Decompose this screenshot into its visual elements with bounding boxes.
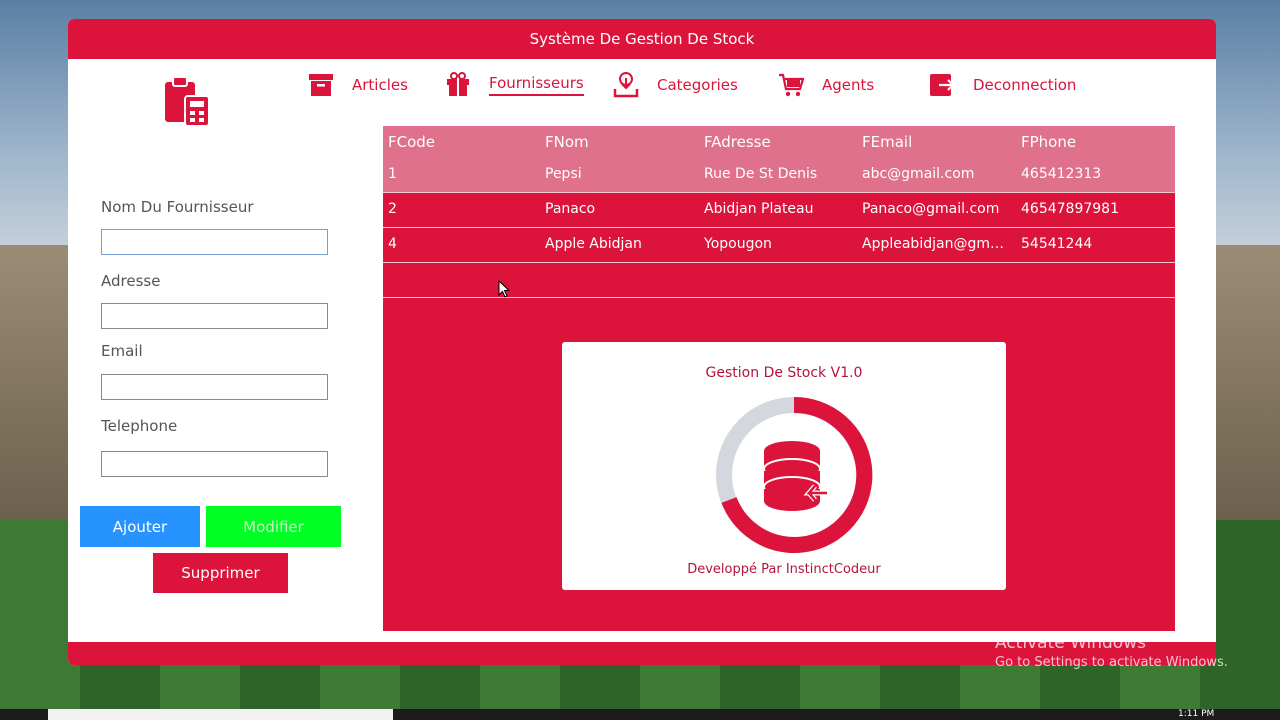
nav-deconnection[interactable]: Deconnection [929,67,1076,103]
cell: abc@gmail.com [862,166,975,182]
cell: Panaco [545,201,596,217]
cell: Abidjan Plateau [704,201,814,217]
column-header[interactable]: FPhone [1021,133,1171,151]
taskbar-clock: 1:11 PM [1178,709,1215,719]
nav-categories[interactable]: Categories [613,67,738,103]
cell: Yopougon [704,236,772,252]
window-title: Système De Gestion De Stock [68,19,1216,59]
box-icon [309,74,333,96]
delete-button[interactable]: Supprimer [153,553,288,593]
table-row[interactable]: 1 Pepsi Rue De St Denis abc@gmail.com 46… [383,158,1175,193]
splash-card: Gestion De Stock V1.0 Developpé Par Inst… [562,342,1006,590]
nav-label: Articles [352,76,408,94]
table-row[interactable]: 2 Panaco Abidjan Plateau Panaco@gmail.co… [383,193,1175,228]
column-header[interactable]: FNom [545,133,695,151]
nav-fournisseurs[interactable]: Fournisseurs [445,67,584,103]
cell: Pepsi [545,166,582,182]
name-label: Nom Du Fournisseur [101,198,254,216]
download-tray-icon [613,72,639,98]
name-input[interactable] [101,229,328,255]
clipboard-calculator-icon [165,76,210,127]
cell: Rue De St Denis [704,166,818,182]
email-input[interactable] [101,374,328,400]
database-logo-icon [716,396,873,553]
column-header[interactable]: FAdresse [704,133,854,151]
column-header[interactable]: FEmail [862,133,1010,151]
watermark-title: Activate Windows [995,633,1146,653]
desktop-building-left [0,245,70,525]
edit-button[interactable]: Modifier [206,506,341,547]
nav-label: Agents [822,76,875,94]
cell: 4 [388,236,397,252]
cell: 465412313 [1021,166,1102,182]
logout-icon [930,74,955,96]
nav-articles[interactable]: Articles [308,67,408,103]
cell: Apple Abidjan [545,236,642,252]
add-button[interactable]: Ajouter [80,506,200,547]
taskbar-search-box[interactable] [48,709,393,720]
activate-windows-watermark: Activate Windows Go to Settings to activ… [995,633,1228,670]
desktop-building-right [1215,245,1280,525]
gift-icon [447,72,469,96]
cart-icon [779,73,804,97]
watermark-subtitle: Go to Settings to activate Windows. [995,655,1228,670]
splash-title: Gestion De Stock V1.0 [705,365,863,381]
address-label: Adresse [101,272,161,290]
splash-credit: Developpé Par InstinctCodeur [687,562,881,577]
phone-label: Telephone [101,417,178,435]
cell: Panaco@gmail.com [862,201,1000,217]
cell: 54541244 [1021,236,1093,252]
grid-header: FCode FNom FAdresse FEmail FPhone [383,126,1175,158]
mouse-pointer-icon [498,280,510,298]
cell: Appleabidjan@gmail.com [862,236,1010,252]
nav-agents[interactable]: Agents [778,67,874,103]
column-header[interactable]: FCode [388,133,538,151]
cell: 46547897981 [1021,201,1119,217]
phone-input[interactable] [101,451,328,477]
nav-label: Categories [657,76,738,94]
app-window: Système De Gestion De Stock Articles Fou… [68,19,1216,665]
cell: 2 [388,201,397,217]
address-input[interactable] [101,303,328,329]
nav-label: Deconnection [973,76,1077,94]
nav-label: Fournisseurs [489,74,584,96]
email-label: Email [101,342,143,360]
table-row[interactable]: 4 Apple Abidjan Yopougon Appleabidjan@gm… [383,228,1175,263]
cell: 1 [388,166,397,182]
